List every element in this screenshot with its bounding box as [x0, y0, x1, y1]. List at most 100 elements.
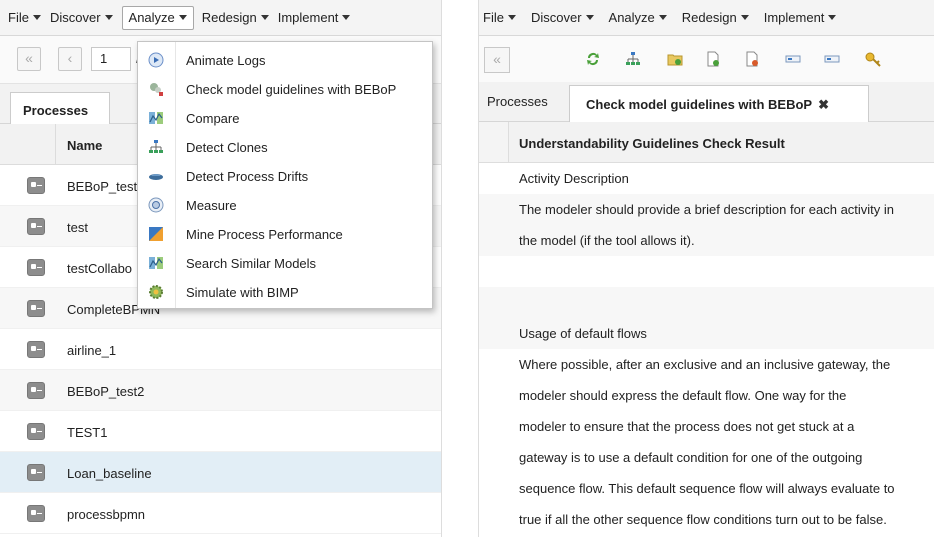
- delete-file-icon[interactable]: [744, 51, 760, 67]
- chevron-down-icon: [104, 15, 113, 20]
- menu-item-label: Simulate with BIMP: [186, 285, 299, 300]
- menu-item-label: Compare: [186, 111, 240, 126]
- process-icon: [27, 423, 45, 440]
- process-icon: [27, 382, 45, 399]
- guideline-line: Usage of default flows: [479, 318, 934, 349]
- tab-processes[interactable]: Processes: [487, 94, 548, 109]
- refresh-icon[interactable]: [585, 51, 601, 67]
- menu-analyze[interactable]: Analyze: [609, 6, 676, 30]
- menu-analyze[interactable]: Analyze: [121, 5, 194, 30]
- menu-item-measure[interactable]: Measure: [138, 191, 432, 220]
- analyze-dropdown-menu: Animate Logs Check model guidelines with…: [137, 41, 433, 309]
- gear-sim-icon: [149, 285, 163, 299]
- menu-discover[interactable]: Discover: [50, 6, 122, 30]
- chevron-down-icon: [178, 15, 187, 20]
- new-file-icon[interactable]: [705, 51, 721, 67]
- process-icon: [27, 218, 45, 235]
- chevron-down-icon: [828, 15, 837, 20]
- guidelines-result-table: Understandability Guidelines Check Resul…: [479, 122, 934, 535]
- guideline-line: gateway is to use a default condition fo…: [519, 450, 863, 465]
- guideline-line: modeler to ensure that the process does …: [519, 419, 855, 434]
- menu-item-mine-performance[interactable]: Mine Process Performance: [138, 220, 432, 249]
- menu-implement[interactable]: Implement: [278, 6, 360, 30]
- menu-item-detect-drifts[interactable]: Detect Process Drifts: [138, 162, 432, 191]
- guideline-line: sequence flow. This default sequence flo…: [519, 481, 895, 496]
- properties-icon[interactable]: [785, 51, 801, 67]
- chevron-down-icon: [260, 15, 269, 20]
- table-row[interactable]: TEST1: [0, 411, 441, 452]
- menu-redesign[interactable]: Redesign: [202, 6, 278, 30]
- main-menubar: File Discover Analyze Redesign Implement: [0, 0, 441, 36]
- close-icon[interactable]: ✖: [818, 97, 829, 112]
- menu-discover[interactable]: Discover: [531, 6, 603, 30]
- performance-icon: [149, 227, 163, 241]
- process-icon: [27, 505, 45, 522]
- tab-bebop-check[interactable]: Check model guidelines with BEBoP ✖: [569, 85, 869, 123]
- row-stub-column: [479, 122, 509, 162]
- menu-file[interactable]: File: [8, 6, 50, 30]
- menu-item-simulate-bimp[interactable]: Simulate with BIMP: [138, 278, 432, 307]
- play-circle-icon: [148, 52, 164, 68]
- compare-chart-icon: [149, 257, 163, 269]
- menu-implement[interactable]: Implement: [764, 6, 846, 30]
- chevron-down-icon: [32, 15, 41, 20]
- process-name: TEST1: [67, 425, 108, 440]
- process-name: BEBoP_test: [67, 179, 138, 194]
- first-page-button[interactable]: «: [484, 47, 510, 73]
- menu-item-detect-clones[interactable]: Detect Clones: [138, 133, 432, 162]
- process-name: Loan_baseline: [67, 466, 152, 481]
- hierarchy-icon[interactable]: [625, 51, 641, 67]
- drift-icon: [149, 174, 163, 180]
- process-name: processbpmn: [67, 507, 146, 522]
- menu-item-compare[interactable]: Compare: [138, 104, 432, 133]
- guideline-line: Activity Description: [519, 171, 629, 186]
- menu-item-label: Detect Clones: [186, 140, 268, 155]
- left-screenshot-panel: File Discover Analyze Redesign Implement…: [0, 0, 442, 537]
- chevron-down-icon: [585, 15, 594, 20]
- table-header: Understandability Guidelines Check Resul…: [479, 122, 934, 163]
- tab-processes[interactable]: Processes: [10, 92, 110, 125]
- chevron-down-icon: [658, 15, 667, 20]
- process-icon: [27, 177, 45, 194]
- menu-item-label: Mine Process Performance: [186, 227, 343, 242]
- menu-item-search-similar[interactable]: Search Similar Models: [138, 249, 432, 278]
- guideline-line: true if all the other sequence flow cond…: [519, 512, 887, 527]
- new-folder-icon[interactable]: [667, 51, 683, 67]
- menu-item-animate-logs[interactable]: Animate Logs: [138, 46, 432, 75]
- prev-page-button[interactable]: ‹: [58, 47, 82, 71]
- column-header-name[interactable]: Name: [67, 138, 102, 153]
- menu-item-bebop[interactable]: Check model guidelines with BEBoP: [138, 75, 432, 104]
- result-header-title: Understandability Guidelines Check Resul…: [519, 136, 785, 151]
- tab-bar: Processes Check model guidelines with BE…: [479, 82, 934, 123]
- page-number-input[interactable]: 1: [91, 47, 131, 71]
- hierarchy-icon: [149, 140, 163, 153]
- guideline-line: The modeler should provide a brief descr…: [479, 194, 934, 225]
- menu-item-label: Detect Process Drifts: [186, 169, 309, 184]
- table-row-selected[interactable]: Loan_baseline: [0, 452, 441, 493]
- menu-item-label: Measure: [186, 198, 237, 213]
- process-icon: [27, 464, 45, 481]
- first-page-button[interactable]: «: [17, 47, 41, 71]
- properties-icon[interactable]: [824, 51, 840, 67]
- process-name: BEBoP_test2: [67, 384, 145, 399]
- process-icon: [27, 259, 45, 276]
- bebop-icon: [150, 83, 163, 96]
- chevron-down-icon: [507, 15, 516, 20]
- menu-file[interactable]: File: [483, 6, 525, 30]
- key-icon[interactable]: [865, 51, 881, 67]
- table-row[interactable]: BEBoP_test2: [0, 370, 441, 411]
- column-divider: [55, 124, 56, 165]
- guideline-line: [479, 256, 934, 287]
- menu-redesign[interactable]: Redesign: [682, 6, 758, 30]
- table-row[interactable]: airline_1: [0, 329, 441, 370]
- process-name: airline_1: [67, 343, 117, 358]
- main-menubar: File Discover Analyze Redesign Implement: [479, 0, 934, 36]
- menu-item-label: Check model guidelines with BEBoP: [186, 82, 397, 97]
- result-lines: Activity Description The modeler should …: [479, 163, 934, 535]
- table-row[interactable]: processbpmn: [0, 493, 441, 534]
- menu-item-label: Search Similar Models: [186, 256, 317, 271]
- action-toolbar: «: [479, 36, 934, 84]
- process-name: testCollabo: [67, 261, 133, 276]
- compare-chart-icon: [149, 112, 163, 124]
- chevron-down-icon: [342, 15, 351, 20]
